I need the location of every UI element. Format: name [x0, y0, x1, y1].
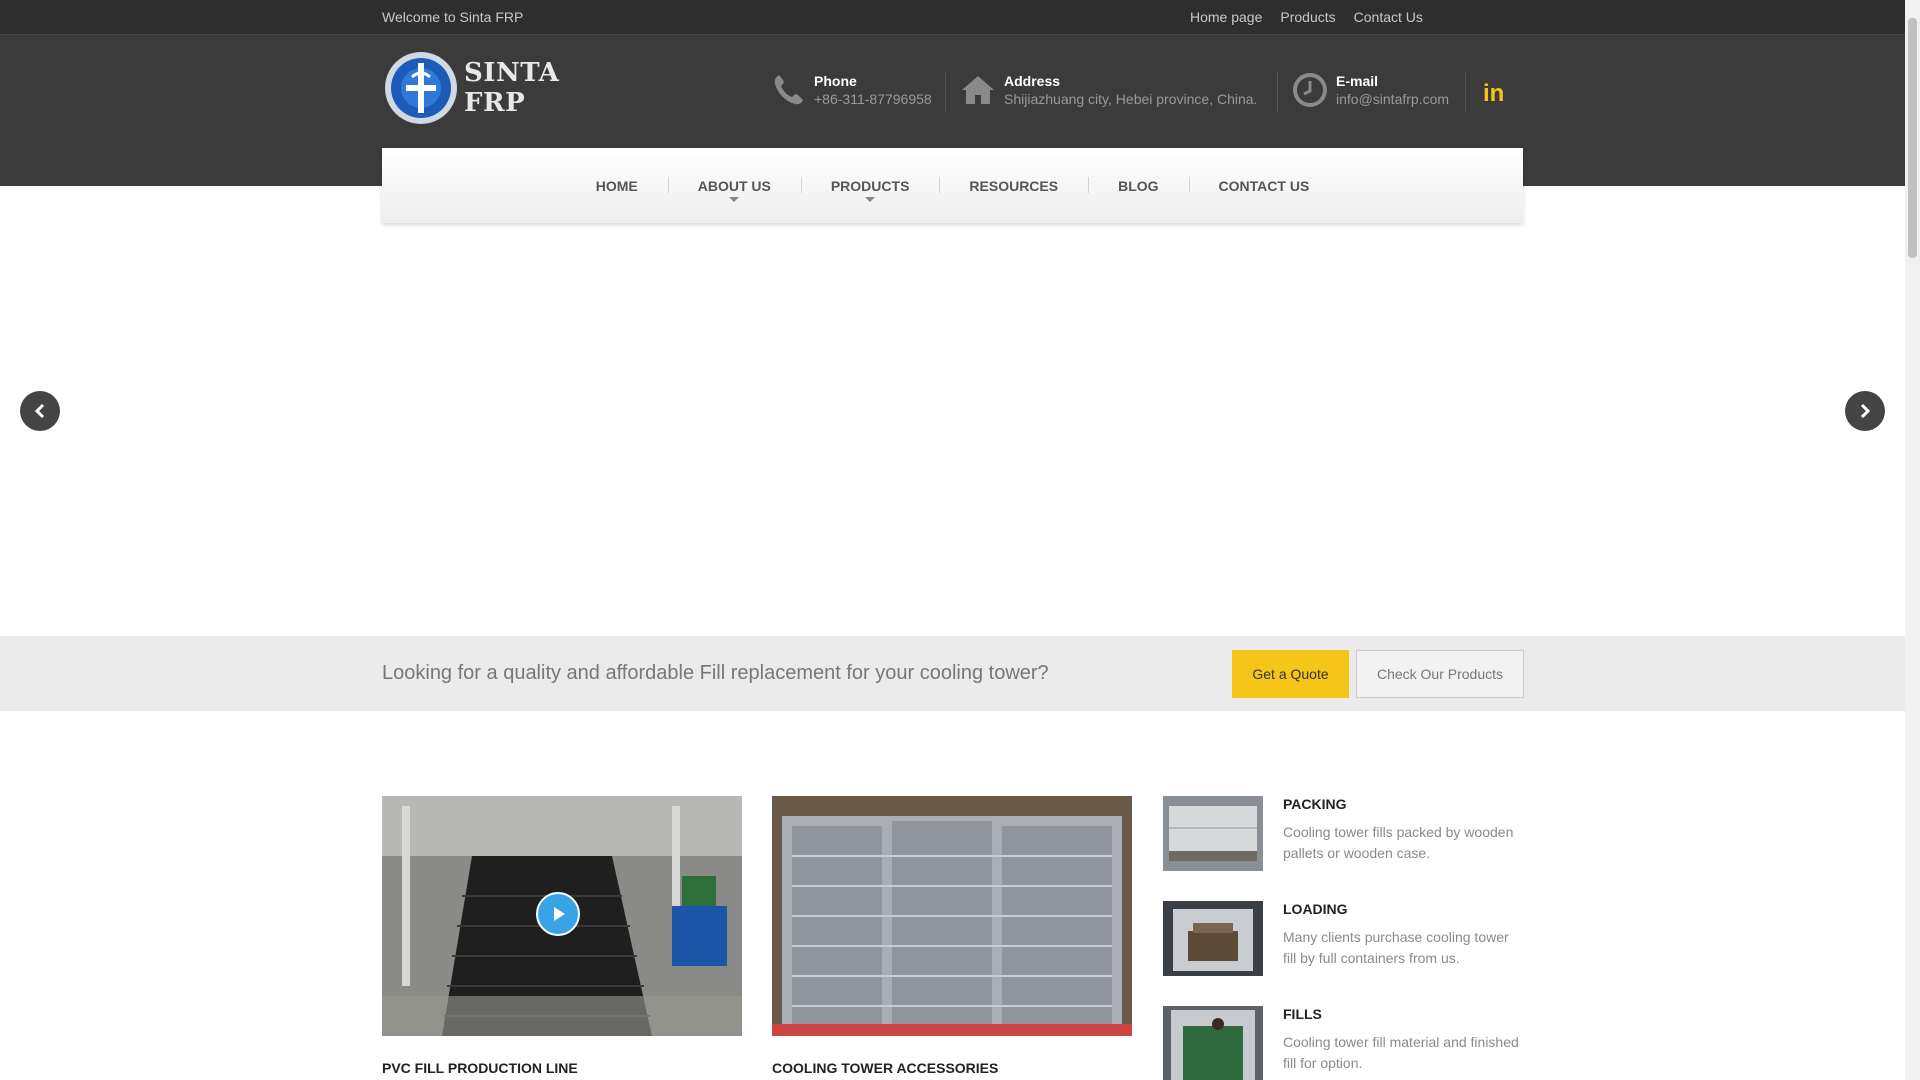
top-bar: Welcome to Sinta FRP Home page Products …	[0, 0, 1905, 35]
check-products-button[interactable]: Check Our Products	[1356, 650, 1524, 698]
chevron-right-icon	[1860, 403, 1871, 419]
nav-item-resources[interactable]: RESOURCES	[939, 148, 1088, 223]
phone-value[interactable]: +86-311-87796958	[814, 90, 932, 108]
loading-desc: Many clients purchase cooling tower fill…	[1283, 929, 1509, 966]
top-link-home[interactable]: Home page	[1190, 9, 1262, 25]
logo-text: SINTA FRP	[464, 58, 560, 118]
address-label: Address	[1004, 73, 1061, 89]
welcome-text: Welcome to Sinta FRP	[382, 9, 524, 25]
loading-thumbnail[interactable]	[1163, 901, 1263, 976]
nav-item-about-us[interactable]: ABOUT US	[667, 148, 801, 223]
contact-address: Address Shijiazhuang city, Hebei provinc…	[960, 72, 1257, 108]
list-item: FILLS Cooling tower fill material and fi…	[1163, 1006, 1523, 1080]
card-title-accessories[interactable]: COOLING TOWER ACCESSORIES	[772, 1060, 998, 1076]
divider	[1465, 72, 1466, 112]
divider	[1277, 72, 1278, 112]
chevron-left-icon	[34, 403, 45, 419]
contact-email: E-mail info@sintafrp.com	[1292, 72, 1449, 108]
packing-thumbnail[interactable]	[1163, 796, 1263, 871]
accessories-image[interactable]	[772, 796, 1132, 1036]
svg-text:in: in	[1483, 80, 1504, 107]
page-scrollbar[interactable]	[1905, 0, 1920, 1080]
address-value: Shijiazhuang city, Hebei province, China…	[1004, 91, 1258, 107]
nav-label: CONTACT US	[1218, 177, 1310, 194]
logo[interactable]: SINTA FRP	[382, 52, 607, 124]
nav-label: PRODUCTS	[830, 177, 910, 194]
top-links: Home page Products Contact Us	[1190, 9, 1423, 25]
list-item: PACKING Cooling tower fills packed by wo…	[1163, 796, 1523, 876]
nav-item-home[interactable]: HOME	[566, 148, 668, 223]
packing-desc: Cooling tower fills packed by wooden pal…	[1283, 824, 1514, 861]
list-item: LOADING Many clients purchase cooling to…	[1163, 901, 1523, 981]
fills-desc: Cooling tower fill material and finished…	[1283, 1034, 1519, 1071]
play-icon[interactable]	[536, 892, 580, 936]
slider-next-button[interactable]	[1845, 391, 1885, 431]
packing-title[interactable]: PACKING	[1283, 796, 1347, 812]
phone-label: Phone	[814, 73, 857, 89]
nav-item-products[interactable]: PRODUCTS	[800, 148, 940, 223]
card-title-production-line[interactable]: PVC FILL PRODUCTION LINE	[382, 1060, 578, 1076]
quote-banner: Looking for a quality and affordable Fil…	[0, 636, 1905, 711]
nav-item-blog[interactable]: BLOG	[1088, 148, 1188, 223]
main-nav: HOME ABOUT US PRODUCTS RESOURCES BLOG CO…	[382, 148, 1523, 223]
scrollbar-thumb[interactable]	[1908, 18, 1917, 258]
email-value[interactable]: info@sintafrp.com	[1336, 90, 1449, 108]
linkedin-icon[interactable]: in	[1480, 77, 1510, 107]
get-quote-button[interactable]: Get a Quote	[1232, 650, 1349, 698]
fills-title[interactable]: FILLS	[1283, 1006, 1322, 1022]
fills-thumbnail[interactable]	[1163, 1006, 1263, 1080]
banner-text: Looking for a quality and affordable Fil…	[382, 662, 1049, 684]
clock-icon	[1293, 73, 1327, 107]
logo-mark-icon	[382, 49, 460, 127]
nav-label: HOME	[595, 177, 638, 194]
home-icon	[962, 76, 994, 104]
nav-label: ABOUT US	[697, 177, 771, 194]
nav-label: RESOURCES	[969, 177, 1059, 194]
email-label: E-mail	[1336, 73, 1379, 89]
nav-item-contact-us[interactable]: CONTACT US	[1188, 148, 1340, 223]
caret-down-icon	[865, 197, 876, 202]
top-link-contact[interactable]: Contact Us	[1354, 9, 1423, 25]
top-link-products[interactable]: Products	[1280, 9, 1335, 25]
divider	[945, 72, 946, 112]
phone-icon	[774, 75, 803, 105]
contact-phone: Phone +86-311-87796958	[770, 72, 932, 108]
nav-label: BLOG	[1118, 177, 1159, 194]
loading-title[interactable]: LOADING	[1283, 901, 1348, 917]
slider-prev-button[interactable]	[20, 391, 60, 431]
caret-down-icon	[729, 197, 740, 202]
